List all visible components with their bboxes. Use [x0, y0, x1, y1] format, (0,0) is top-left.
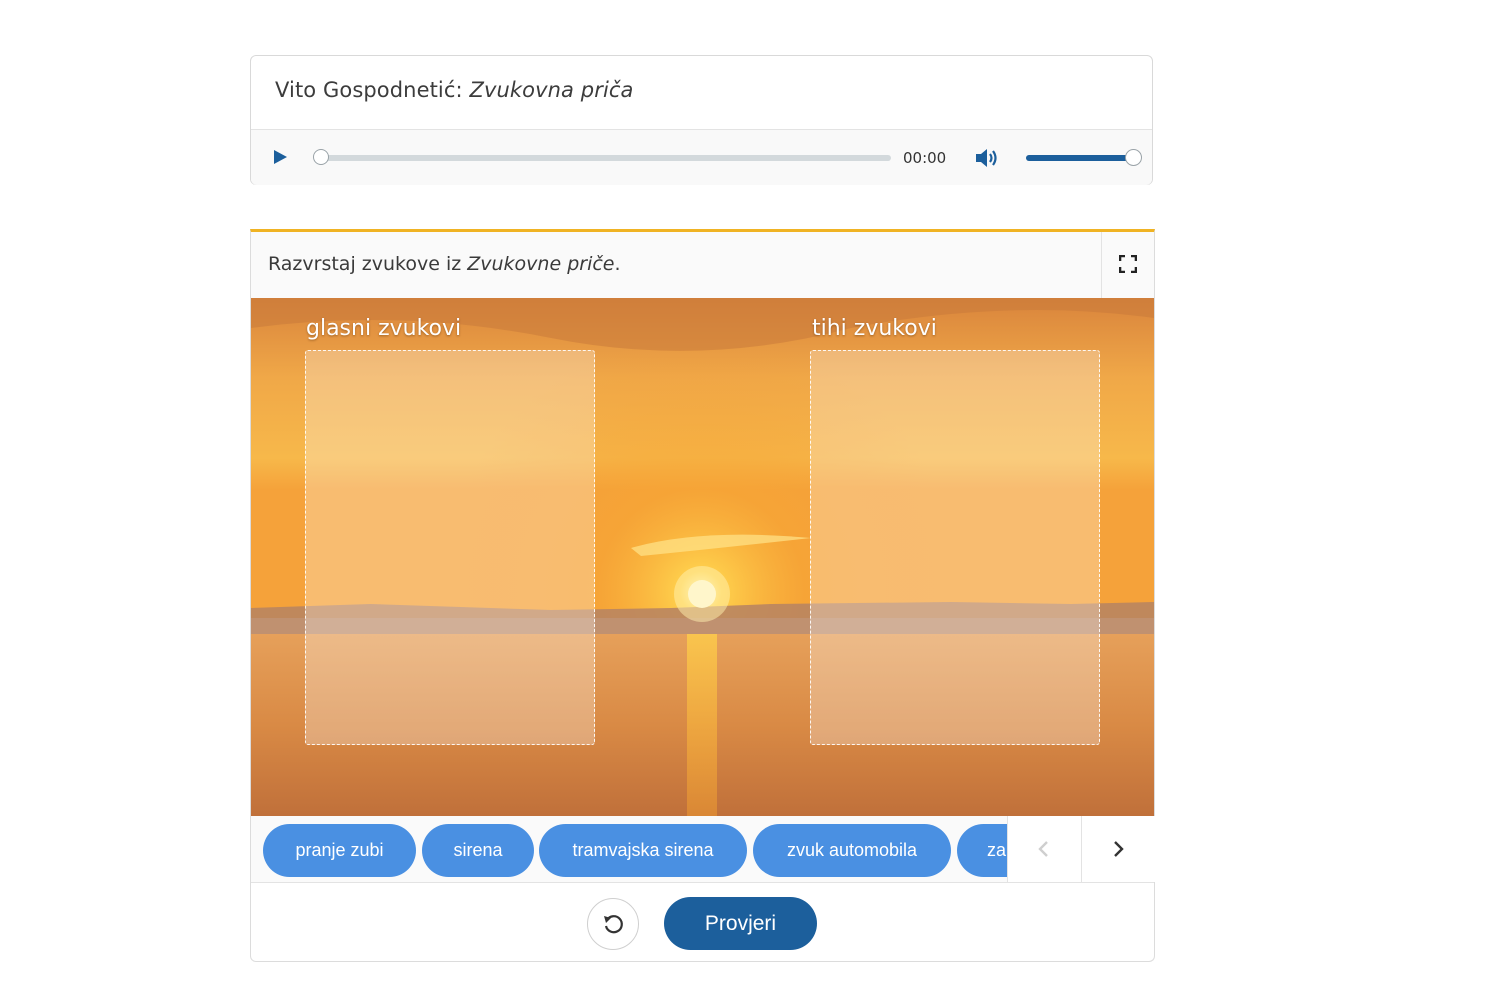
sorting-exercise: Razvrstaj zvukove iz Zvukovne priče. gla… [250, 229, 1155, 962]
instruction-work-title: Zvukovne priče [467, 253, 615, 275]
mute-button[interactable] [974, 146, 1000, 170]
instruction-period: . [614, 253, 621, 275]
chevron-right-icon [1114, 841, 1124, 857]
reset-button[interactable] [587, 898, 639, 950]
audio-work-title: Zvukovna priča [469, 78, 634, 102]
audio-controls: 00:00 [251, 129, 1152, 185]
sunset-background: glasni zvukovi tihi zvukovi [251, 298, 1154, 816]
drop-zone-quiet-sounds[interactable] [810, 350, 1100, 745]
volume-level [1026, 155, 1134, 161]
audio-author: Vito Gospodnetić: [275, 78, 463, 102]
chip-tramvajska-sirena[interactable]: tramvajska sirena [539, 824, 747, 877]
exercise-instruction: Razvrstaj zvukove iz Zvukovne priče. [268, 253, 621, 275]
volume-handle[interactable] [1125, 149, 1142, 166]
progress-slider[interactable] [321, 155, 891, 161]
play-button[interactable] [271, 148, 289, 166]
instruction-text: Razvrstaj zvukove iz [268, 253, 462, 275]
zone-label-loud: glasni zvukovi [306, 316, 462, 341]
audio-title: Vito Gospodnetić: Zvukovna priča [275, 78, 634, 102]
play-icon [274, 150, 287, 164]
chip-prev-button[interactable] [1007, 816, 1081, 882]
chevron-left-icon [1038, 841, 1048, 857]
chip-sirena[interactable]: sirena [422, 824, 534, 877]
chip-zvuk-automobila[interactable]: zvuk automobila [753, 824, 951, 877]
current-time: 00:00 [903, 149, 947, 167]
chip-tray: pranje zubi sirena tramvajska sirena zvu… [251, 816, 1155, 883]
progress-handle[interactable] [313, 149, 329, 165]
zone-label-quiet: tihi zvukovi [812, 316, 937, 341]
check-button[interactable]: Provjeri [664, 897, 817, 950]
fullscreen-icon [1119, 255, 1137, 273]
fullscreen-button[interactable] [1101, 232, 1154, 298]
volume-slider[interactable] [1026, 155, 1134, 161]
reset-icon [604, 915, 623, 934]
chip-tray-viewport: pranje zubi sirena tramvajska sirena zvu… [251, 816, 1007, 882]
chip-partial[interactable]: za [957, 824, 1007, 877]
volume-icon [976, 149, 997, 167]
drop-zone-loud-sounds[interactable] [305, 350, 595, 745]
audio-player-card: Vito Gospodnetić: Zvukovna priča 00:00 [250, 55, 1153, 185]
chip-next-button[interactable] [1081, 816, 1155, 882]
chip-pranje-zubi[interactable]: pranje zubi [263, 824, 416, 877]
exercise-header: Razvrstaj zvukove iz Zvukovne priče. [251, 232, 1154, 299]
